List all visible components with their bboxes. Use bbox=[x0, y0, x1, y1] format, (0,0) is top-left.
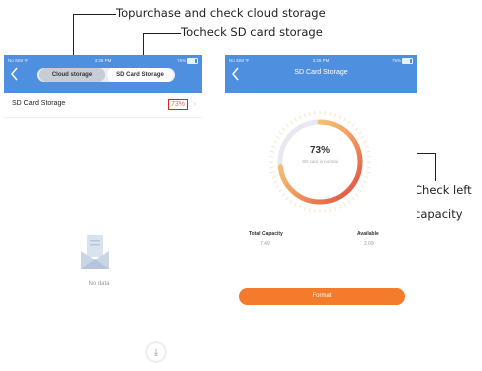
available-label: Available bbox=[357, 231, 379, 237]
top-bar: No SIM ᯤ 3:26 PM 75% Cloud storage SD Ca… bbox=[4, 55, 202, 93]
gauge-tick bbox=[338, 204, 342, 209]
gauge-tick bbox=[294, 117, 297, 122]
sd-card-storage-row[interactable]: SD Card Storage 73% › bbox=[4, 93, 202, 118]
gauge-tick bbox=[298, 204, 302, 209]
total-capacity-label: Total Capacity bbox=[249, 231, 283, 237]
top-bar: No SIM ᯤ 3:26 PM 75% SD Card Storage bbox=[225, 55, 417, 93]
gauge-tick bbox=[329, 112, 331, 117]
annotation-line bbox=[73, 14, 116, 15]
page-title: SD Card Storage bbox=[294, 69, 348, 76]
gauge-tick bbox=[285, 123, 289, 128]
gauge-tick bbox=[285, 196, 289, 201]
gauge-tick bbox=[360, 136, 365, 139]
tab-sd-card-storage[interactable]: SD Card Storage bbox=[107, 68, 173, 82]
phone-sd-detail-screen: No SIM ᯤ 3:26 PM 75% SD Card Storage 73%… bbox=[225, 55, 417, 315]
gauge-tick bbox=[275, 185, 280, 188]
status-time: 3:26 PM bbox=[312, 58, 330, 63]
gauge-tick bbox=[362, 180, 367, 184]
capacity-percent: 73% bbox=[309, 145, 330, 156]
gauge-tick bbox=[365, 171, 370, 173]
gauge-tick bbox=[309, 207, 311, 212]
gauge-tick bbox=[329, 207, 331, 212]
gauge-tick bbox=[357, 131, 362, 135]
annotation-line bbox=[435, 153, 436, 181]
gauge-tick bbox=[289, 199, 293, 204]
gauge-tick bbox=[281, 127, 286, 131]
gauge-tick bbox=[360, 185, 365, 188]
gauge-tick bbox=[298, 115, 302, 120]
gauge-tick bbox=[294, 202, 297, 207]
gauge-tick bbox=[351, 196, 355, 201]
back-icon[interactable] bbox=[10, 67, 19, 81]
gauge-tick bbox=[270, 171, 275, 173]
annotation-capacity: capacity bbox=[414, 207, 463, 221]
annotation-check-left: Check left bbox=[414, 183, 472, 197]
gauge-tick bbox=[357, 189, 362, 193]
gauge-tick bbox=[362, 140, 367, 144]
gauge-tick bbox=[343, 202, 346, 207]
gauge-tick bbox=[354, 127, 359, 131]
annotation-line bbox=[143, 33, 181, 34]
battery-icon bbox=[187, 58, 198, 64]
gauge-tick bbox=[351, 123, 355, 128]
phone-cloud-sd-screen: No SIM ᯤ 3:26 PM 75% Cloud storage SD Ca… bbox=[4, 55, 202, 371]
battery-icon bbox=[402, 58, 413, 64]
gauge-tick bbox=[273, 180, 278, 184]
gauge-tick bbox=[303, 206, 306, 211]
gauge-tick bbox=[289, 120, 293, 125]
capacity-status: SD card is normal bbox=[302, 159, 338, 164]
gauge-tick bbox=[338, 115, 342, 120]
status-time: 3:26 PM bbox=[94, 58, 112, 63]
gauge-tick bbox=[347, 120, 351, 125]
gauge-tick bbox=[273, 140, 278, 144]
gauge-tick bbox=[364, 176, 369, 179]
status-battery-percent: 75% bbox=[391, 58, 401, 63]
empty-mailbox-icon bbox=[81, 235, 109, 269]
gauge-tick bbox=[271, 176, 276, 179]
chevron-right-icon: › bbox=[193, 101, 196, 108]
gauge-tick bbox=[309, 112, 311, 117]
total-capacity-value: 7.49 bbox=[260, 241, 270, 247]
row-label: SD Card Storage bbox=[12, 100, 66, 107]
available-value: 2.09 bbox=[364, 241, 374, 247]
tab-cloud-storage[interactable]: Cloud storage bbox=[39, 68, 105, 82]
gauge-tick bbox=[278, 131, 283, 135]
gauge-tick bbox=[354, 193, 359, 197]
gauge-tick bbox=[278, 189, 283, 193]
status-battery-percent: 75% bbox=[176, 58, 186, 63]
sd-usage-value: 73% bbox=[167, 99, 188, 110]
gauge-tick bbox=[347, 199, 351, 204]
gauge-tick bbox=[303, 113, 306, 118]
storage-tabs: Cloud storage SD Card Storage bbox=[37, 68, 175, 82]
format-button[interactable]: Format bbox=[239, 288, 405, 305]
download-button[interactable]: ⤓ bbox=[147, 343, 165, 361]
gauge-tick bbox=[281, 193, 286, 197]
annotation-cloud: Topurchase and check cloud storage bbox=[116, 6, 326, 20]
gauge-tick bbox=[343, 117, 346, 122]
annotation-sd: Tocheck SD card storage bbox=[181, 25, 323, 39]
empty-state-text: No data bbox=[88, 281, 110, 287]
download-icon: ⤓ bbox=[154, 347, 158, 357]
gauge-tick bbox=[275, 136, 280, 139]
gauge-tick bbox=[334, 113, 337, 118]
gauge-tick bbox=[334, 206, 337, 211]
